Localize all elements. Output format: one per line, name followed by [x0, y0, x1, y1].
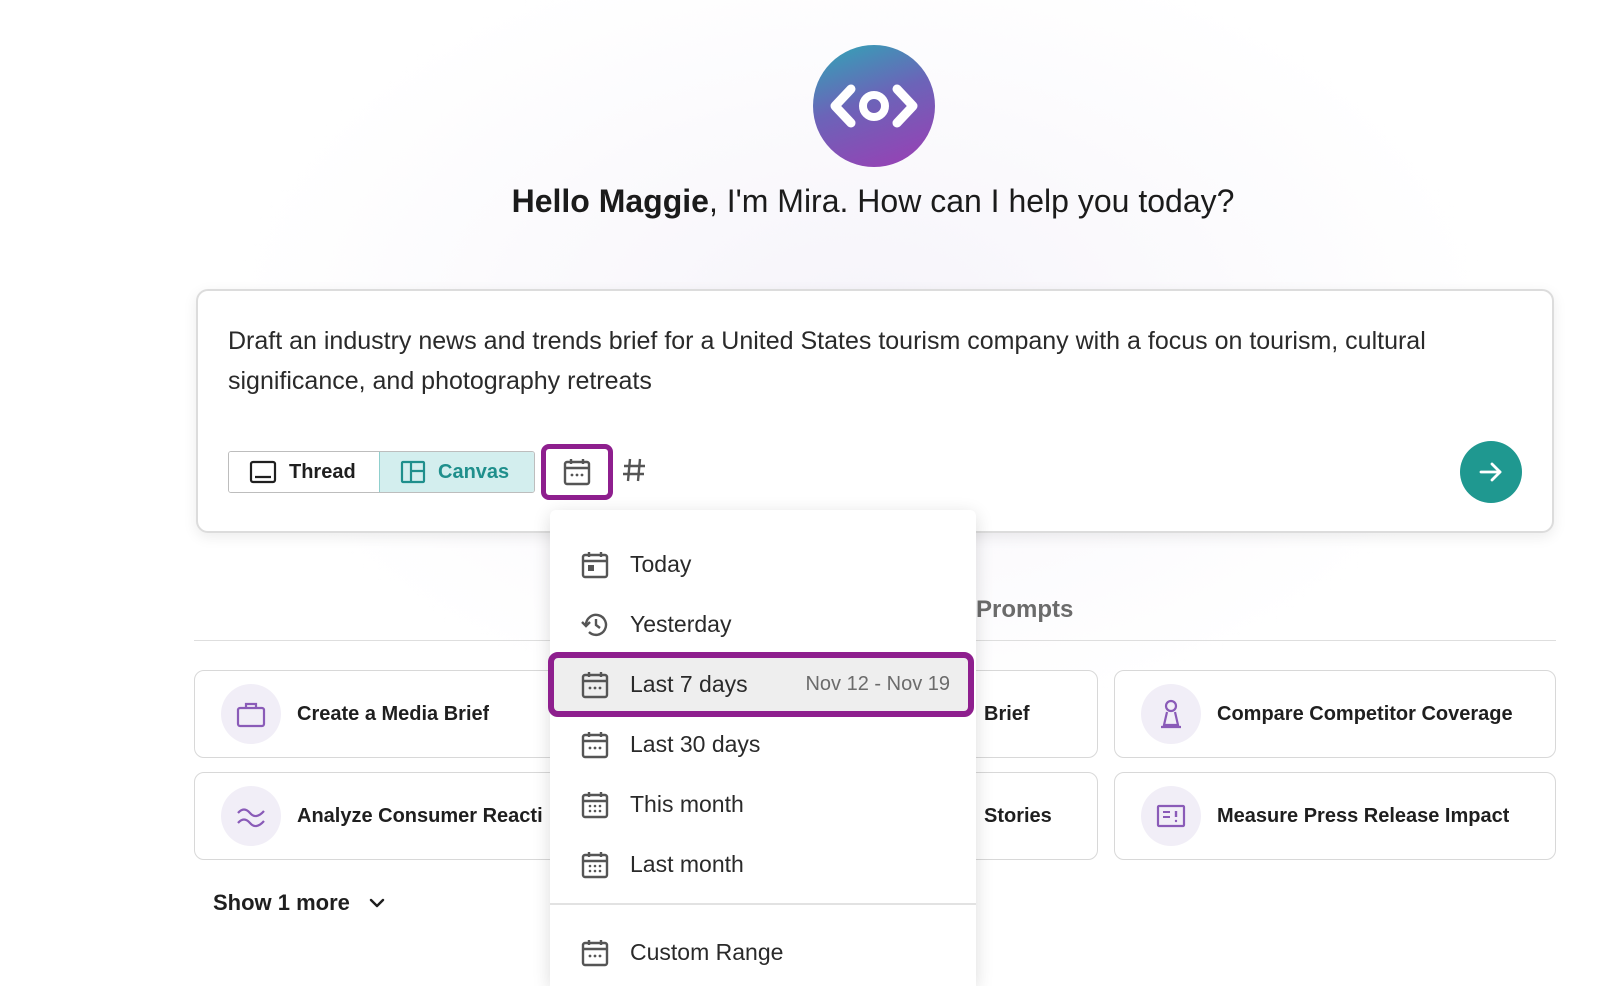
card-label: Measure Press Release Impact: [1217, 804, 1510, 827]
card-label: Analyze Consumer Reacti: [297, 804, 543, 827]
eye-icon: [830, 84, 918, 128]
show-more-button[interactable]: Show 1 more: [213, 890, 386, 916]
prompt-card-compare-competitor-coverage[interactable]: Compare Competitor Coverage: [1114, 670, 1556, 758]
arrow-right-icon: [1479, 462, 1502, 482]
menu-item-label: Today: [630, 551, 692, 577]
calendar-icon: [581, 671, 609, 698]
calendar-grid-icon: [581, 791, 609, 818]
press-release-icon: [1141, 786, 1201, 846]
card-label: Create a Media Brief: [297, 702, 490, 725]
card-label: Brief: [984, 702, 1030, 725]
menu-item-custom-range[interactable]: Custom Range: [550, 922, 976, 983]
thread-mode-button[interactable]: Thread: [229, 452, 379, 492]
date-filter-button[interactable]: [541, 444, 613, 500]
menu-item-label: Custom Range: [630, 939, 784, 965]
menu-item-last-30-days[interactable]: Last 30 days: [550, 714, 976, 775]
menu-item-label: Last 30 days: [630, 731, 761, 757]
greeting-heading: Hello Maggie, I'm Mira. How can I help y…: [511, 183, 1235, 219]
canvas-mode-label: Canvas: [438, 460, 510, 483]
wave-icon: [221, 786, 281, 846]
hashtag-button[interactable]: [618, 449, 650, 491]
chevron-down-icon: [369, 898, 385, 908]
prompt-card-measure-press-release-impact[interactable]: Measure Press Release Impact: [1114, 772, 1556, 860]
card-label: Stories: [984, 804, 1052, 827]
calendar-icon: [563, 459, 591, 486]
calendar-today-icon: [581, 551, 609, 578]
send-button[interactable]: [1460, 441, 1522, 503]
show-more-label: Show 1 more: [213, 890, 350, 915]
date-range-hint: Nov 12 - Nov 19: [805, 673, 950, 695]
chess-pawn-icon: [1141, 684, 1201, 744]
history-icon: [581, 613, 608, 636]
prompt-input[interactable]: Draft an industry news and trends brief …: [228, 321, 1468, 401]
thread-mode-label: Thread: [289, 460, 356, 483]
menu-item-label: Yesterday: [630, 611, 732, 637]
menu-item-last-month[interactable]: Last month: [550, 834, 976, 895]
menu-item-label: Last month: [630, 851, 744, 877]
menu-item-label: Last 7 days: [630, 671, 748, 697]
menu-item-this-month[interactable]: This month: [550, 774, 976, 835]
prompts-section-title: Prompts: [976, 596, 1074, 623]
mode-toggle: Thread Canvas: [228, 451, 535, 493]
calendar-icon: [581, 731, 609, 758]
hashtag-icon: [623, 458, 645, 482]
menu-item-label: This month: [630, 791, 744, 817]
menu-item-yesterday[interactable]: Yesterday: [550, 594, 976, 655]
prompt-composer: Draft an industry news and trends brief …: [196, 289, 1554, 533]
briefcase-icon: [221, 684, 281, 744]
canvas-mode-button[interactable]: Canvas: [379, 452, 534, 492]
card-label: Compare Competitor Coverage: [1217, 702, 1513, 725]
canvas-layout-icon: [400, 460, 426, 484]
thread-icon: [249, 460, 277, 484]
date-range-menu: Today Yesterday Last 7 days Nov 12 - Nov…: [548, 510, 976, 986]
calendar-grid-icon: [581, 851, 609, 878]
mira-logo: [813, 45, 935, 167]
calendar-icon: [581, 939, 609, 966]
menu-item-last-7-days[interactable]: Last 7 days Nov 12 - Nov 19: [548, 652, 974, 717]
menu-item-today[interactable]: Today: [550, 534, 976, 595]
menu-separator: [550, 903, 976, 905]
